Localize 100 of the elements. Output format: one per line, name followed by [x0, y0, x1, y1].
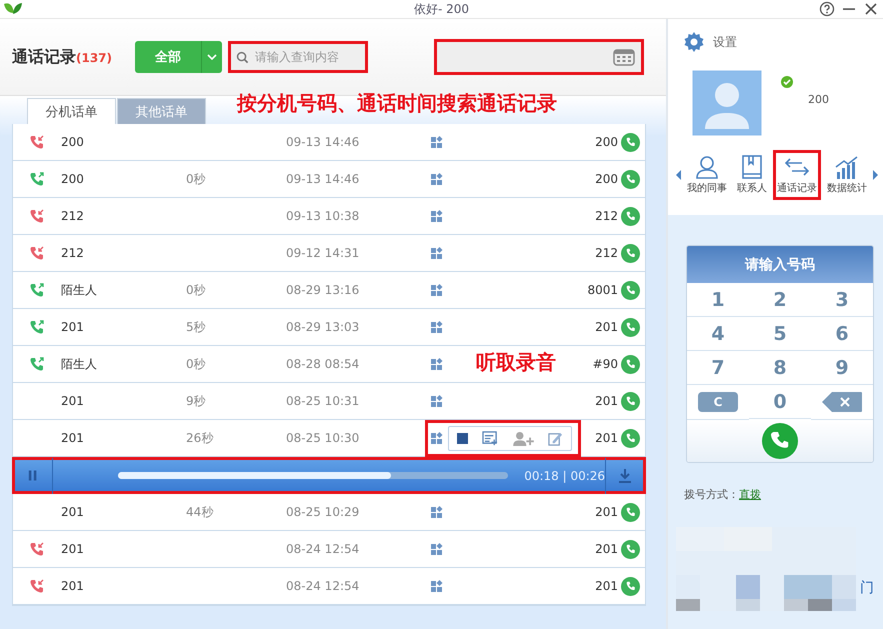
more-actions-icon[interactable]	[430, 394, 444, 408]
phone-number: 200	[594, 172, 619, 186]
call-time: 08-25 10:30	[286, 431, 360, 445]
call-duration: 0秒	[186, 172, 206, 186]
tab[interactable]: 分机话单	[27, 98, 116, 124]
contact-name: 201	[61, 431, 85, 445]
contact-name: 201	[61, 505, 85, 519]
missed-call-icon	[29, 208, 45, 224]
call-button-icon[interactable]	[621, 540, 640, 558]
dial-call-button-icon[interactable]	[762, 423, 798, 459]
stop-icon[interactable]	[457, 432, 468, 444]
more-actions-icon[interactable]	[430, 579, 444, 593]
dial-mode-link[interactable]: 直拨	[739, 488, 761, 501]
nav-item[interactable]: 联系人	[733, 150, 771, 200]
more-actions-icon[interactable]	[430, 505, 444, 519]
page-title: 通话记录(137)	[12, 46, 114, 68]
phone-number: #90	[592, 357, 619, 371]
phone-number: 201	[594, 505, 619, 519]
call-button-icon[interactable]	[621, 354, 640, 374]
call-time: 09-13 14:46	[286, 172, 360, 186]
contact-name: 201	[61, 320, 85, 334]
phone-number: 201	[594, 431, 619, 445]
calendar-icon[interactable]	[613, 48, 635, 66]
call-button-icon[interactable]	[621, 244, 640, 262]
phone-number: 212	[594, 246, 619, 260]
phone-number: 8001	[586, 283, 619, 297]
annotation-text: 按分机号码、通话时间搜索通话记录	[237, 90, 557, 117]
call-button-icon[interactable]	[621, 170, 640, 188]
call-button-icon[interactable]	[621, 318, 640, 336]
nav-item[interactable]: 我的同事	[683, 150, 731, 200]
dialpad-title: 请输入号码	[687, 246, 873, 283]
more-actions-icon[interactable]	[430, 542, 444, 556]
pause-icon	[28, 469, 38, 482]
call-duration: 0秒	[186, 282, 206, 296]
annotation-text: 听取录音	[476, 349, 556, 376]
playback-time: 00:18 | 00:26	[524, 468, 606, 482]
missed-call-icon	[29, 245, 45, 261]
settings-icon[interactable]	[684, 32, 704, 52]
call-time: 08-29 13:16	[286, 283, 360, 297]
close-icon[interactable]	[863, 1, 879, 17]
more-actions-icon[interactable]	[430, 320, 444, 334]
phone-number: 201	[594, 320, 619, 334]
progress-track[interactable]	[118, 472, 508, 479]
more-actions-icon[interactable]	[430, 246, 444, 260]
more-actions-icon[interactable]	[430, 172, 444, 186]
dial-mode-label: 拨号方式：	[684, 488, 739, 501]
more-actions-icon[interactable]	[430, 431, 444, 445]
note-add-icon[interactable]	[482, 430, 499, 446]
contact-name: 201	[61, 394, 85, 408]
search-field[interactable]: 请输入查询内容	[228, 41, 368, 73]
phone-number: 201	[594, 542, 619, 556]
more-actions-icon[interactable]	[430, 209, 444, 223]
extension-number: 200	[808, 93, 829, 106]
call-button-icon[interactable]	[621, 392, 640, 410]
call-time: 08-24 12:54	[286, 579, 360, 593]
call-button-icon[interactable]	[621, 280, 640, 300]
add-contact-icon[interactable]	[513, 430, 534, 446]
leaf-logo-icon	[2, 1, 24, 17]
call-button-icon[interactable]	[621, 206, 640, 226]
edit-note-icon[interactable]	[548, 430, 563, 446]
filter-dropdown[interactable]: 全部	[135, 41, 222, 73]
contact-name: 200	[61, 172, 85, 186]
more-actions-icon[interactable]	[430, 283, 444, 297]
settings-link[interactable]: 设置	[713, 34, 737, 50]
backspace-key-icon[interactable]	[822, 392, 862, 412]
missed-call-icon	[29, 578, 45, 594]
outgoing-call-icon	[29, 171, 45, 187]
contact-name: 201	[61, 579, 85, 593]
call-duration: 44秒	[186, 504, 214, 518]
call-button-icon[interactable]	[621, 132, 640, 152]
nav-item[interactable]: 数据统计	[823, 150, 871, 200]
scroll-right-icon[interactable]	[873, 170, 878, 180]
partial-text: 门	[860, 579, 874, 597]
call-time: 09-12 14:31	[286, 246, 360, 260]
outgoing-call-icon	[29, 282, 45, 298]
call-time: 08-28 08:54	[286, 357, 360, 371]
call-button-icon[interactable]	[621, 428, 640, 448]
help-icon[interactable]	[819, 1, 835, 17]
bar-chart-icon	[834, 155, 860, 179]
call-time: 08-25 10:29	[286, 505, 360, 519]
call-duration: 0秒	[186, 356, 206, 370]
nav-item[interactable]: 通话记录	[773, 150, 821, 200]
call-time: 09-13 10:38	[286, 209, 360, 223]
more-actions-icon[interactable]	[430, 135, 444, 149]
person-icon	[694, 155, 720, 179]
missed-call-icon	[29, 541, 45, 557]
tab[interactable]: 其他话单	[117, 98, 206, 124]
call-button-icon[interactable]	[621, 576, 640, 596]
contact-name: 200	[61, 135, 85, 149]
phone-number: 200	[594, 135, 619, 149]
call-time: 09-13 14:46	[286, 135, 360, 149]
more-actions-icon[interactable]	[430, 357, 444, 371]
missed-call-icon	[29, 134, 45, 150]
phone-number: 201	[594, 394, 619, 408]
clear-key[interactable]: C	[698, 392, 738, 412]
call-button-icon[interactable]	[621, 502, 640, 522]
phone-number: 201	[594, 579, 619, 593]
date-field[interactable]	[434, 39, 644, 75]
scroll-left-icon[interactable]	[676, 170, 681, 180]
contact-name: 212	[61, 209, 85, 223]
